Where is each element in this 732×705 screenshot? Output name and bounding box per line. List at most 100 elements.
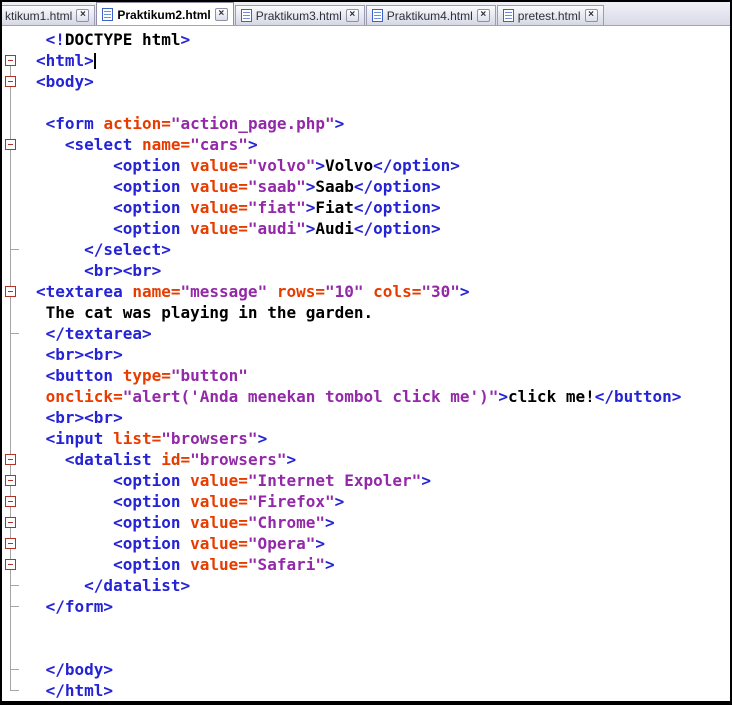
code-text[interactable]: <button type="button" [22,365,248,386]
code-token: > [459,282,470,301]
tab-praktikum4-html[interactable]: Praktikum4.html × [365,5,496,25]
text-cursor [93,53,96,69]
fold-line [10,428,11,449]
fold-line [10,92,11,113]
code-text[interactable]: <body> [22,71,94,92]
code-text[interactable]: <html> [22,50,96,71]
code-token: > [257,429,268,448]
code-text[interactable]: <option value="Opera"> [22,533,325,554]
fold-collapse-icon[interactable] [5,454,16,465]
code-line: <option value="audi">Audi</option> [2,218,730,239]
fold-margin [2,176,22,197]
tab-close-icon[interactable]: × [214,8,228,21]
code-text[interactable]: <textarea name="message" rows="10" cols=… [22,281,470,302]
code-text[interactable]: </html> [22,680,113,701]
code-text[interactable] [22,617,36,638]
fold-margin [2,260,22,281]
code-text[interactable]: <!DOCTYPE html> [22,29,191,50]
code-line: </html> [2,680,730,701]
fold-collapse-icon[interactable] [5,76,16,87]
fold-collapse-icon[interactable] [5,475,16,486]
tab-close-icon[interactable]: × [345,9,359,22]
code-token: value= [190,534,248,553]
code-text[interactable]: onclick="alert('Anda menekan tombol clic… [22,386,682,407]
code-line: <option value="fiat">Fiat</option> [2,197,730,218]
fold-collapse-icon[interactable] [5,538,16,549]
tab-praktikum2-html[interactable]: Praktikum2.html × [96,2,234,25]
fold-collapse-icon[interactable] [5,496,16,507]
code-token: </body> [36,660,114,679]
code-token: "browsers" [161,429,258,448]
fold-margin [2,533,22,554]
code-text[interactable]: <form action="action_page.php"> [22,113,345,134]
fold-margin [2,596,22,617]
fold-collapse-icon[interactable] [5,517,16,528]
code-token: > [498,387,509,406]
tab-close-icon[interactable]: × [476,9,490,22]
fold-collapse-icon[interactable] [5,55,16,66]
tab-pretest-html[interactable]: pretest.html × [496,5,604,25]
fold-margin [2,71,22,92]
code-line: <option value="Safari"> [2,554,730,575]
code-text[interactable]: <option value="saab">Saab</option> [22,176,441,197]
code-text[interactable]: <option value="Safari"> [22,554,335,575]
code-line: </select> [2,239,730,260]
tab-close-icon[interactable]: × [584,9,598,22]
fold-collapse-icon[interactable] [5,559,16,570]
fold-collapse-icon[interactable] [5,139,16,150]
code-text[interactable] [22,92,36,113]
fold-collapse-icon[interactable] [5,286,16,297]
code-token: Saab [315,177,354,196]
code-text[interactable]: <datalist id="browsers"> [22,449,296,470]
code-text[interactable]: <br><br> [22,407,123,428]
code-text[interactable]: <select name="cars"> [22,134,258,155]
fold-line [10,113,11,134]
tab-praktikum3-html[interactable]: Praktikum3.html × [234,5,365,25]
code-line: </textarea> [2,323,730,344]
code-token: <body> [36,72,94,91]
code-text[interactable]: <br><br> [22,260,161,281]
code-text[interactable]: <option value="fiat">Fiat</option> [22,197,441,218]
tab-label: Praktikum3.html [255,8,342,23]
code-line: <button type="button" [2,365,730,386]
code-text[interactable]: <option value="Internet Expoler"> [22,470,431,491]
code-text[interactable]: <br><br> [22,344,123,365]
editor-window: ktikum1.html × Praktikum2.html × Praktikum3.… [0,0,732,705]
fold-margin [2,680,22,701]
code-area[interactable]: <!DOCTYPE html> <html> <body> <form action… [2,26,730,701]
fold-line [10,344,11,365]
code-text[interactable]: <option value="Chrome"> [22,512,335,533]
tab-close-icon[interactable]: × [76,9,90,22]
code-token: </form> [36,597,114,616]
code-text[interactable]: </select> [22,239,171,260]
code-token: "Opera" [247,534,316,553]
tab-ktikum1-html[interactable]: ktikum1.html × [2,5,96,25]
code-token: <br><br> [36,408,123,427]
code-text[interactable]: </form> [22,596,113,617]
code-token: > [315,156,325,175]
code-token: > [334,492,345,511]
code-text[interactable]: <option value="volvo">Volvo</option> [22,155,460,176]
code-line [2,617,730,638]
fold-line [10,617,11,638]
code-line: <option value="Firefox"> [2,491,730,512]
code-token: > [421,471,431,490]
code-token: <input [36,429,114,448]
code-token: <datalist [36,450,162,469]
code-token: cols= [363,282,422,301]
document-icon [502,9,514,22]
document-icon [371,9,383,22]
fold-margin [2,218,22,239]
fold-margin [2,491,22,512]
code-text[interactable] [22,638,36,659]
code-text[interactable]: <option value="Firefox"> [22,491,344,512]
code-text[interactable]: </datalist> [22,575,190,596]
code-text[interactable]: The cat was playing in the garden. [22,302,374,323]
fold-line [10,386,11,407]
code-text[interactable]: <option value="audi">Audi</option> [22,218,441,239]
code-text[interactable]: <input list="browsers"> [22,428,268,449]
code-text[interactable]: </body> [22,659,113,680]
code-text[interactable]: </textarea> [22,323,152,344]
code-line: <input list="browsers"> [2,428,730,449]
code-line: <datalist id="browsers"> [2,449,730,470]
